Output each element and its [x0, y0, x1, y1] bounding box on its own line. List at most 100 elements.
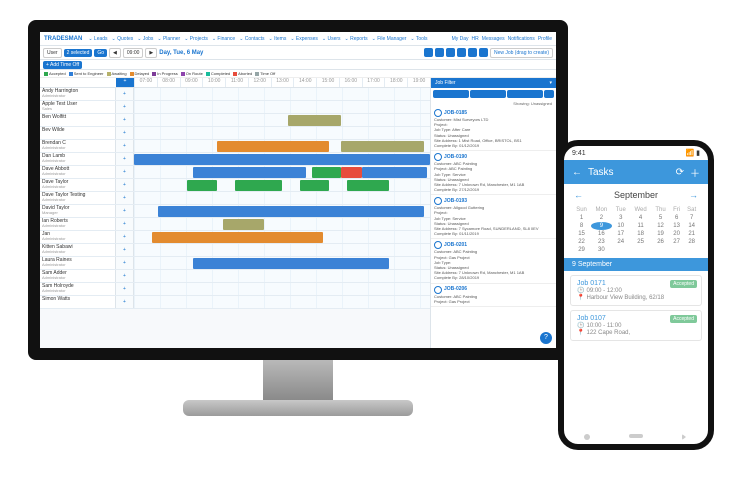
job-bar[interactable] — [158, 206, 424, 217]
time-track[interactable] — [134, 192, 430, 204]
time-track[interactable] — [134, 140, 430, 152]
time-track[interactable] — [134, 179, 430, 191]
cal-day[interactable]: 1 — [572, 214, 591, 222]
job-bar[interactable] — [288, 115, 341, 126]
view-month-icon[interactable] — [446, 48, 455, 57]
job-bar[interactable] — [187, 180, 217, 191]
time-track[interactable] — [134, 231, 430, 243]
nav-expenses[interactable]: ⌄ Expenses — [288, 35, 320, 43]
job-card[interactable]: JOB-0206Customer: ABC PaintingProject: G… — [431, 284, 556, 307]
cal-day[interactable]: 26 — [651, 238, 670, 246]
cal-day[interactable]: 5 — [651, 214, 670, 222]
help-button[interactable]: ? — [540, 332, 552, 344]
cal-day[interactable]: 18 — [630, 230, 651, 238]
cal-day[interactable]: 23 — [591, 238, 612, 246]
user-cell[interactable]: Bev Wilde — [40, 127, 116, 139]
refresh-icon[interactable] — [479, 48, 488, 57]
cal-day[interactable]: 6 — [670, 214, 684, 222]
job-bar[interactable] — [217, 141, 329, 152]
cal-day[interactable]: 4 — [630, 214, 651, 222]
job-bar[interactable] — [347, 180, 388, 191]
back-icon[interactable]: ← — [572, 167, 582, 178]
job-bar[interactable] — [362, 167, 427, 178]
filter-toggle-icon[interactable]: ▾ — [549, 80, 552, 86]
time-track[interactable] — [134, 205, 430, 217]
job-card[interactable]: JOB-0190Customer: ABC PaintingProject: A… — [431, 151, 556, 195]
user-cell[interactable]: Andy HarringtonAdministrator — [40, 88, 116, 100]
add-job-button[interactable]: + — [116, 179, 134, 191]
nav-finance[interactable]: ⌄ Finance — [210, 35, 237, 43]
cal-day[interactable]: 15 — [572, 230, 591, 238]
cal-day[interactable]: 10 — [612, 222, 630, 230]
time-track[interactable] — [134, 218, 430, 230]
cal-day[interactable]: 13 — [670, 222, 684, 230]
settings-icon[interactable] — [468, 48, 477, 57]
add-job-button[interactable]: + — [116, 114, 134, 126]
user-cell[interactable]: Brendan CAdministrator — [40, 140, 116, 152]
job-bar[interactable] — [152, 232, 324, 243]
add-job-button[interactable]: + — [116, 270, 134, 282]
cal-day[interactable]: 24 — [612, 238, 630, 246]
job-card[interactable]: JOB-0193Customer: Allgood GutteringProje… — [431, 195, 556, 239]
prev-month-icon[interactable]: ← — [574, 190, 583, 200]
add-task-icon[interactable]: ＋ — [690, 165, 700, 180]
nav-home-icon[interactable] — [629, 434, 643, 438]
nav-leads[interactable]: ⌄ Leads — [86, 35, 109, 43]
time-field[interactable]: 09:00 — [123, 48, 144, 58]
cal-day[interactable]: 12 — [651, 222, 670, 230]
add-timeoff-button[interactable]: + Add Time Off — [43, 61, 82, 69]
cal-day[interactable]: 16 — [591, 230, 612, 238]
user-cell[interactable]: Laura RainesAdministrator — [40, 257, 116, 269]
nav-jobs[interactable]: ⌄ Jobs — [135, 35, 155, 43]
job-card[interactable]: JOB-0185Customer: Mist Surveyors LTDProj… — [431, 107, 556, 151]
job-bar[interactable] — [312, 167, 342, 178]
add-job-button[interactable]: + — [116, 244, 134, 256]
add-job-button[interactable]: + — [116, 88, 134, 100]
next-day-button[interactable]: ▶ — [145, 48, 157, 58]
nav-right-profile[interactable]: Profile — [538, 36, 552, 42]
user-cell[interactable]: Dave TaylorAdministrator — [40, 179, 116, 191]
user-cell[interactable]: Ian RobertsAdministrator — [40, 218, 116, 230]
add-job-button[interactable]: + — [116, 296, 134, 308]
nav-back-icon[interactable] — [584, 434, 590, 440]
add-job-button[interactable]: + — [116, 153, 134, 165]
add-job-button[interactable]: + — [116, 166, 134, 178]
job-bar[interactable] — [341, 141, 424, 152]
nav-right-notifications[interactable]: Notifications — [508, 36, 535, 42]
filter-2[interactable] — [470, 90, 506, 98]
filter-1[interactable] — [433, 90, 469, 98]
add-job-button[interactable]: + — [116, 140, 134, 152]
cal-day[interactable]: 3 — [612, 214, 630, 222]
cal-day[interactable]: 7 — [683, 214, 700, 222]
user-cell[interactable]: JanAdministrator — [40, 231, 116, 243]
nav-right-messages[interactable]: Messages — [482, 36, 505, 42]
nav-quotes[interactable]: ⌄ Quotes — [110, 35, 136, 43]
time-track[interactable] — [134, 257, 430, 269]
filter-search[interactable] — [544, 90, 554, 98]
cal-day[interactable]: 22 — [572, 238, 591, 246]
cal-day[interactable]: 27 — [670, 238, 684, 246]
cal-day[interactable]: 9 — [591, 222, 612, 230]
go-button[interactable]: Go — [94, 49, 107, 57]
nav-reports[interactable]: ⌄ Reports — [343, 35, 370, 43]
nav-users[interactable]: ⌄ Users — [320, 35, 343, 43]
time-track[interactable] — [134, 244, 430, 256]
add-job-button[interactable]: + — [116, 218, 134, 230]
nav-planner[interactable]: ⌄ Planner — [155, 35, 182, 43]
prev-day-button[interactable]: ◀ — [109, 48, 121, 58]
task-card[interactable]: Job 0107Accepted🕒10:00 - 11:00📍122 Cape … — [570, 310, 702, 341]
user-cell[interactable]: Apple Test UserSales — [40, 101, 116, 113]
time-track[interactable] — [134, 166, 430, 178]
job-card[interactable]: JOB-0201Customer: ABC PaintingProject: G… — [431, 239, 556, 283]
nav-items[interactable]: ⌄ Items — [267, 35, 289, 43]
job-bar[interactable] — [223, 219, 264, 230]
cal-day[interactable]: 19 — [651, 230, 670, 238]
job-bar[interactable] — [193, 258, 388, 269]
user-cell[interactable]: Dan LambAdministrator — [40, 153, 116, 165]
user-cell[interactable]: Kitten SabawiAdministrator — [40, 244, 116, 256]
add-job-button[interactable]: + — [116, 101, 134, 113]
user-cell[interactable]: Dave Taylor TestingAdministrator — [40, 192, 116, 204]
next-month-icon[interactable]: → — [689, 190, 698, 200]
cal-day[interactable]: 8 — [572, 222, 591, 230]
nav-recent-icon[interactable] — [682, 434, 688, 440]
